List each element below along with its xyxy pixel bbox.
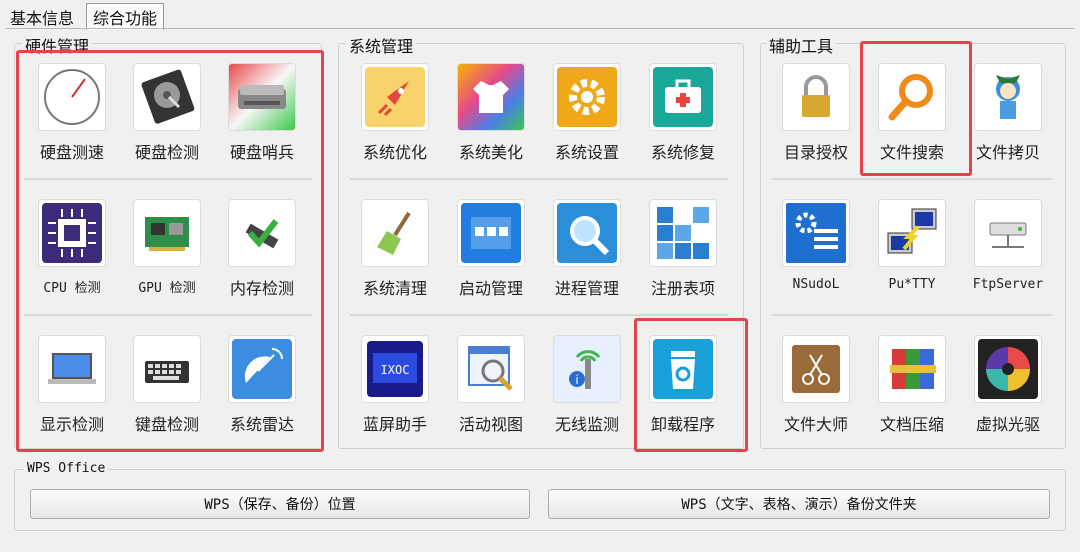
item-label: 注册表项: [650, 279, 715, 298]
item-label: 蓝屏助手: [362, 415, 427, 434]
system-item-optimize[interactable]: 系统优化: [349, 63, 441, 173]
archive-scissors-icon: [792, 345, 840, 393]
row-separator: [772, 314, 1052, 316]
anime-mascot-icon: [996, 75, 1020, 119]
system-item-clean[interactable]: 系统清理: [349, 199, 441, 309]
tools-item-ftpserver[interactable]: FtpServer: [962, 199, 1054, 309]
system-item-activity-view[interactable]: 活动视图: [445, 335, 537, 445]
first-aid-kit-icon: [653, 67, 713, 127]
tools-item-dir-permission[interactable]: 目录授权: [770, 63, 862, 173]
highlight-hardware: [16, 50, 324, 452]
row-separator: [350, 178, 728, 180]
tshirt-icon: [473, 81, 509, 113]
ftp-server-icon: [989, 222, 1027, 248]
wps-backup-folder-button[interactable]: WPS（文字、表格、演示）备份文件夹: [548, 489, 1050, 519]
system-item-beautify[interactable]: 系统美化: [445, 63, 537, 173]
admin-gear-icon: [786, 203, 846, 263]
bluescreen-icon: IXOC: [367, 341, 423, 397]
svg-text:IXOC: IXOC: [381, 363, 410, 377]
startup-window-icon: [461, 203, 521, 263]
wps-group-title: WPS Office: [24, 461, 109, 476]
item-label: 活动视图: [458, 415, 523, 434]
item-label: 系统设置: [554, 143, 619, 162]
item-label: NSudoL: [792, 277, 840, 292]
item-label: 系统美化: [458, 143, 523, 162]
system-item-settings[interactable]: 系统设置: [541, 63, 633, 173]
item-label: 文件大师: [783, 415, 848, 434]
system-item-wireless[interactable]: i 无线监测: [541, 335, 633, 445]
item-label: 系统优化: [362, 143, 427, 162]
tools-item-putty[interactable]: Pu*TTY: [866, 199, 958, 309]
system-group-title: 系统管理: [346, 33, 417, 57]
tab-comprehensive-functions[interactable]: 综合功能: [86, 3, 165, 30]
broom-icon: [377, 211, 411, 255]
system-item-registry[interactable]: 注册表项: [637, 199, 729, 309]
system-item-bluescreen[interactable]: IXOC 蓝屏助手: [349, 335, 441, 445]
item-label: 文档压缩: [879, 415, 944, 434]
compressed-books-icon: [890, 349, 936, 389]
highlight-file-search: [860, 41, 972, 176]
tab-divider: [6, 28, 1074, 29]
putty-terminal-icon: [887, 208, 937, 254]
item-label: 系统清理: [362, 279, 427, 298]
item-label: 文件拷贝: [975, 143, 1040, 162]
system-item-repair[interactable]: 系统修复: [637, 63, 729, 173]
activity-view-icon: [468, 346, 513, 391]
wps-save-location-button[interactable]: WPS（保存、备份）位置: [30, 489, 530, 519]
system-item-process[interactable]: 进程管理: [541, 199, 633, 309]
process-magnifier-icon: [557, 203, 617, 263]
optical-disc-icon: [978, 339, 1038, 399]
tools-item-file-copy[interactable]: 文件拷贝: [962, 63, 1054, 173]
row-separator: [350, 314, 728, 316]
tools-item-nsudo[interactable]: NSudoL: [770, 199, 862, 309]
row-separator: [772, 178, 1052, 180]
gear-icon: [557, 67, 617, 127]
item-label: 无线监测: [554, 415, 619, 434]
tools-item-virtual-drive[interactable]: 虚拟光驱: [962, 335, 1054, 445]
system-item-startup[interactable]: 启动管理: [445, 199, 537, 309]
item-label: 进程管理: [554, 279, 619, 298]
item-label: 虚拟光驱: [975, 415, 1040, 434]
item-label: 目录授权: [783, 143, 848, 162]
registry-blocks-icon: [657, 207, 709, 259]
item-label: 启动管理: [458, 279, 523, 298]
tools-item-doc-compress[interactable]: 文档压缩: [866, 335, 958, 445]
item-label: Pu*TTY: [888, 277, 936, 292]
item-label: 系统修复: [650, 143, 715, 162]
svg-text:i: i: [575, 373, 578, 387]
item-label: FtpServer: [972, 277, 1044, 292]
tab-basic-info[interactable]: 基本信息: [10, 5, 74, 29]
highlight-uninstall: [634, 318, 748, 452]
padlock-icon: [802, 75, 830, 117]
rocket-icon: [365, 67, 425, 127]
tools-group-title: 辅助工具: [766, 33, 837, 57]
wireless-info-icon: i: [569, 350, 601, 389]
tools-item-file-master[interactable]: 文件大师: [770, 335, 862, 445]
